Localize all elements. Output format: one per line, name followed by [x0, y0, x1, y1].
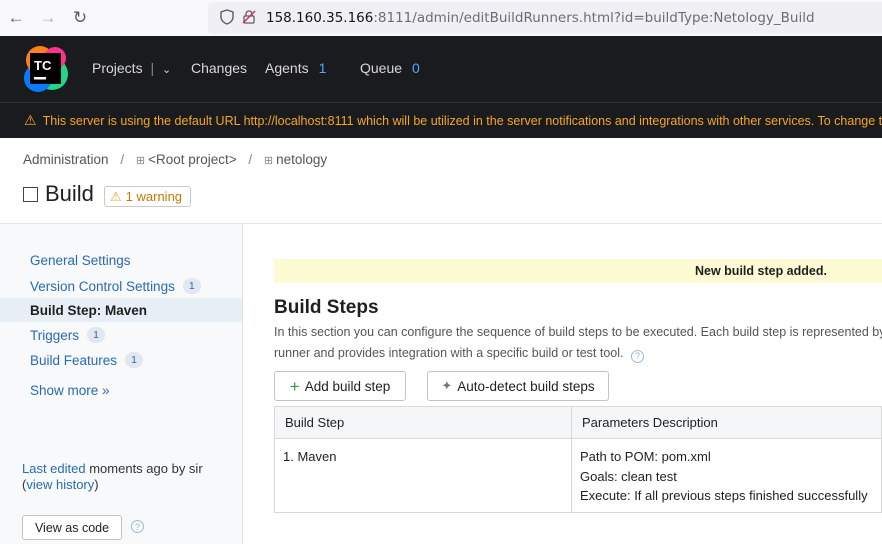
settings-sidebar: General Settings Version Control Setting…: [0, 224, 243, 544]
sidebar-item-build-step-maven[interactable]: Build Step: Maven: [0, 298, 242, 322]
breadcrumb-separator: /: [120, 152, 125, 167]
count-badge: 1: [182, 278, 201, 294]
sidebar-item-label: General Settings: [30, 253, 131, 268]
project-icon: ⊞: [135, 155, 146, 167]
nav-agents[interactable]: Agents 1: [265, 60, 326, 76]
magic-wand-icon: ✦: [441, 378, 453, 393]
description-line-2: runner and provides integration with a s…: [274, 343, 882, 364]
reload-icon[interactable]: ↻: [64, 2, 96, 34]
nav-queue[interactable]: Queue 0: [360, 60, 420, 76]
last-edited-text: moments ago by sir: [85, 461, 203, 476]
parameter-line: Goals: clean test: [580, 468, 677, 484]
parameter-line: Execute: If all previous steps finished …: [580, 488, 868, 503]
notice-text: New build step added.: [695, 264, 827, 278]
paren-close: ): [94, 477, 99, 492]
build-steps-table: Build Step Parameters Description 1. Mav…: [274, 406, 882, 513]
plus-icon: +: [289, 376, 300, 396]
breadcrumb-administration[interactable]: Administration: [23, 152, 109, 167]
project-icon: ⊞: [263, 155, 274, 167]
address-bar[interactable]: 158.160.35.166:8111/admin/editBuildRunne…: [208, 2, 882, 34]
view-as-code-button[interactable]: View as code: [22, 515, 122, 540]
logo-text: TC: [34, 58, 52, 73]
sidebar-item-build-features[interactable]: Build Features 1: [30, 352, 144, 368]
agents-count: 1: [318, 60, 327, 76]
nav-agents-label: Agents: [265, 60, 309, 76]
sidebar-item-general-settings[interactable]: General Settings: [30, 253, 131, 268]
build-step-name[interactable]: 1. Maven: [274, 438, 572, 513]
warning-badge[interactable]: ⚠ 1 warning: [104, 186, 192, 207]
url-host: 158.160.35.166: [266, 10, 374, 26]
breadcrumb-root-project[interactable]: <Root project>: [148, 152, 237, 167]
nav-queue-label: Queue: [360, 60, 403, 76]
insecure-lock-icon[interactable]: [238, 9, 260, 28]
teamcity-logo[interactable]: TC: [20, 44, 70, 94]
app-header: TC Projects | ⌄ Changes Agents 1 Queue 0: [0, 36, 882, 102]
sidebar-item-label: Version Control Settings: [30, 278, 175, 294]
nav-projects[interactable]: Projects | ⌄: [92, 60, 171, 76]
count-badge: 1: [87, 327, 106, 343]
table-row[interactable]: 1. Maven Path to POM: pom.xml Goals: cle…: [274, 438, 882, 513]
nav-divider: |: [150, 60, 155, 76]
page-title-text: Build: [45, 181, 94, 206]
add-build-step-label: Add build step: [304, 378, 391, 394]
count-badge: 1: [125, 352, 144, 368]
chevron-down-icon[interactable]: ⌄: [162, 64, 171, 76]
server-url-warning: ⚠ This server is using the default URL h…: [0, 102, 882, 138]
browser-toolbar: ← → ↻ 158.160.35.166:8111/admin/editBuil…: [0, 0, 882, 36]
table-header-row: Build Step Parameters Description: [274, 406, 882, 439]
url-path: :8111/admin/editBuildRunners.html?id=bui…: [373, 10, 815, 26]
add-build-step-button[interactable]: + Add build step: [274, 371, 406, 401]
sidebar-item-triggers[interactable]: Triggers 1: [30, 327, 106, 343]
page-title: Build: [23, 181, 94, 207]
column-header-build-step: Build Step: [274, 406, 572, 439]
section-description: In this section you can configure the se…: [274, 322, 882, 364]
auto-detect-label: Auto-detect build steps: [457, 378, 595, 394]
back-arrow-icon[interactable]: ←: [0, 2, 32, 34]
description-line: In this section you can configure the se…: [274, 325, 882, 339]
build-step-parameters[interactable]: Path to POM: pom.xml Goals: clean test E…: [571, 438, 882, 513]
help-icon[interactable]: ?: [131, 520, 144, 533]
breadcrumb-separator: /: [248, 152, 253, 167]
sidebar-item-label: Build Features: [30, 352, 118, 368]
section-title: Build Steps: [274, 297, 379, 318]
warning-icon: ⚠: [110, 188, 122, 204]
view-history-link[interactable]: view history: [26, 477, 94, 492]
nav-projects-label: Projects: [92, 60, 143, 76]
breadcrumb: Administration / ⊞ <Root project> / ⊞ neto…: [23, 152, 327, 167]
build-config-checkbox-icon: [23, 186, 38, 202]
description-line: runner and provides integration with a s…: [274, 346, 624, 360]
last-edited-link[interactable]: Last edited: [22, 461, 86, 476]
sidebar-item-version-control-settings[interactable]: Version Control Settings 1: [30, 278, 201, 294]
sidebar-item-label: Build Step: Maven: [30, 302, 148, 318]
shield-icon[interactable]: [216, 8, 238, 28]
breadcrumb-netology[interactable]: netology: [276, 152, 327, 167]
last-edited-info: Last edited moments ago by sir (view his…: [22, 461, 203, 493]
column-header-parameters: Parameters Description: [571, 406, 882, 439]
auto-detect-button[interactable]: ✦ Auto-detect build steps: [427, 371, 609, 401]
queue-count: 0: [412, 60, 420, 76]
parameter-line: Path to POM: pom.xml: [580, 449, 711, 464]
warning-badge-label: 1 warning: [125, 189, 183, 204]
sidebar-item-label: Triggers: [30, 327, 80, 343]
forward-arrow-icon[interactable]: →: [32, 2, 64, 34]
warning-triangle-icon: ⚠: [24, 112, 37, 128]
help-icon[interactable]: ?: [630, 350, 644, 363]
success-notice: New build step added.: [274, 259, 882, 283]
server-url-warning-text: This server is using the default URL htt…: [42, 113, 882, 128]
nav-changes[interactable]: Changes: [191, 60, 247, 76]
show-more-link[interactable]: Show more »: [30, 383, 110, 398]
